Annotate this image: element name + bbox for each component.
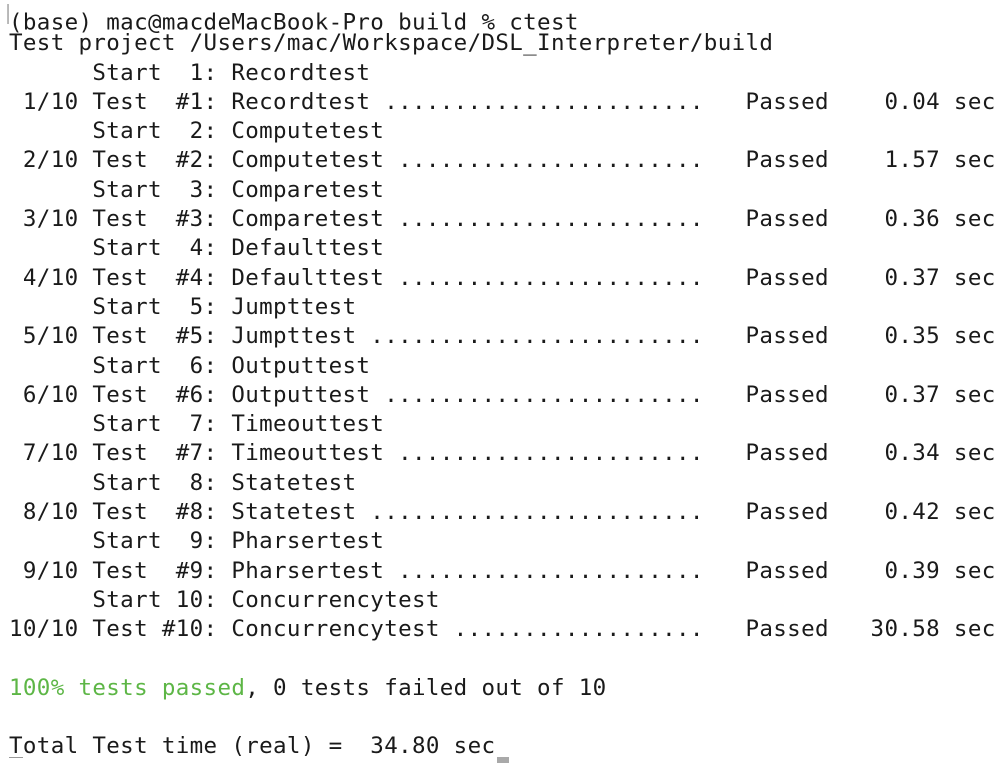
total-time-line: Total Test time (real) = 34.80 sec <box>9 732 1004 764</box>
test-start-line: Start 6: Outputtest <box>9 352 371 379</box>
test-start-line: Start 5: Jumpttest <box>9 293 357 320</box>
cursor-underline-mark <box>9 757 23 758</box>
terminal-window[interactable]: [(base) mac@macdeMacBook-Pro build % cte… <box>0 0 1004 764</box>
test-result-line: 9/10 Test #9: Pharsertest ..............… <box>9 557 996 584</box>
prompt-line: [(base) mac@macdeMacBook-Pro build % cte… <box>2 0 1004 35</box>
terminal-cursor <box>497 757 510 764</box>
summary-rest-text: , 0 tests failed out of 10 <box>245 674 607 701</box>
test-result-line: 4/10 Test #4: Defaulttest ..............… <box>9 264 996 291</box>
test-start-line: Start 7: Timeouttest <box>9 411 385 438</box>
prompt-bracket-mark: [ <box>2 0 9 29</box>
test-start-line: Start 1: Recordtest <box>9 59 371 86</box>
test-start-line: Start 3: Comparetest <box>9 176 385 203</box>
test-result-line: 7/10 Test #7: Timeouttest ..............… <box>9 440 996 467</box>
test-result-line: 1/10 Test #1: Recordtest ...............… <box>9 88 996 115</box>
test-start-line: Start 8: Statetest <box>9 469 357 496</box>
test-result-line: 6/10 Test #6: Outputtest ...............… <box>9 381 996 408</box>
project-line: Test project /Users/mac/Workspace/DSL_In… <box>9 30 774 57</box>
test-start-line: Start 2: Computetest <box>9 118 385 145</box>
test-result-line: 5/10 Test #5: Jumpttest ................… <box>9 323 996 350</box>
test-start-line: Start 4: Defaulttest <box>9 235 385 262</box>
test-start-line: Start 9: Pharsertest <box>9 528 385 555</box>
summary-line: 100% tests passed, 0 tests failed out of… <box>9 674 1004 703</box>
test-start-line: Start 10: Concurrencytest <box>9 586 440 613</box>
test-result-line: 3/10 Test #3: Comparetest ..............… <box>9 206 996 233</box>
summary-pass-text: 100% tests passed <box>9 674 246 701</box>
test-result-line: 10/10 Test #10: Concurrencytest ........… <box>9 616 996 643</box>
test-result-line: 2/10 Test #2: Computetest ..............… <box>9 147 996 174</box>
total-time-text: Total Test time (real) = 34.80 sec <box>9 733 496 760</box>
test-result-line: 8/10 Test #8: Statetest ................… <box>9 499 996 526</box>
